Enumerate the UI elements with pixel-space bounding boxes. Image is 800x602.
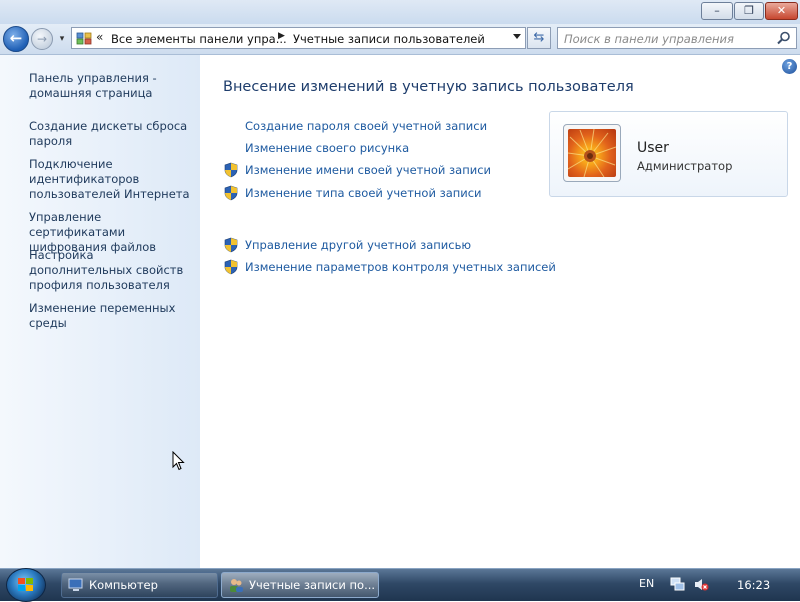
maximize-button[interactable]: ❐ — [734, 2, 764, 20]
address-overflow-chevron[interactable]: « — [96, 30, 103, 44]
title-bar: – ❐ ✕ — [0, 0, 800, 26]
mouse-cursor-icon — [172, 451, 185, 471]
taskbar: Компьютер Учетные записи по... EN 16:23 — [0, 568, 800, 602]
minimize-button[interactable]: – — [701, 2, 733, 20]
uac-shield-icon — [224, 162, 238, 178]
breadcrumb-separator[interactable]: ▶ — [278, 31, 285, 41]
task-change-account-type[interactable]: Изменение типа своей учетной записи — [245, 186, 482, 200]
user-accounts-icon — [230, 579, 243, 592]
uac-shield-icon — [224, 237, 238, 253]
taskbar-button-user-accounts[interactable]: Учетные записи по... — [221, 572, 379, 598]
task-uac-settings[interactable]: Изменение параметров контроля учетных за… — [245, 260, 556, 274]
search-icon[interactable] — [776, 30, 792, 46]
navigation-bar: ← → ▾ « Все элементы панели упра... ▶ Уч… — [0, 24, 800, 55]
user-picture-frame — [563, 124, 621, 182]
language-indicator[interactable]: EN — [639, 577, 654, 590]
uac-shield-icon — [224, 259, 238, 275]
breadcrumb-all-items[interactable]: Все элементы панели упра... — [111, 32, 287, 46]
help-icon[interactable]: ? — [782, 59, 797, 74]
search-input[interactable]: Поиск в панели управления — [564, 32, 734, 46]
task-change-picture[interactable]: Изменение своего рисунка — [245, 141, 409, 155]
control-panel-window: – ❐ ✕ ← → ▾ « Все элементы панели упра..… — [0, 0, 800, 568]
back-button[interactable]: ← — [3, 26, 29, 52]
sidebar-item-control-panel-home[interactable]: Панель управления - домашняя страница — [29, 71, 194, 101]
sidebar-item-advanced-profile[interactable]: Настройка дополнительных свойств профиля… — [29, 248, 194, 293]
user-account-card: User Администратор — [549, 111, 788, 197]
network-icon[interactable] — [670, 577, 685, 592]
start-button[interactable] — [6, 568, 46, 602]
taskbar-clock[interactable]: 16:23 — [737, 578, 770, 592]
task-create-password[interactable]: Создание пароля своей учетной записи — [245, 119, 487, 133]
refresh-button[interactable]: ⇆ — [527, 27, 551, 49]
task-change-account-name[interactable]: Изменение имени своей учетной записи — [245, 163, 491, 177]
breadcrumb-user-accounts[interactable]: Учетные записи пользователей — [293, 32, 485, 46]
flower-petals-icon — [568, 129, 616, 177]
taskbar-button-label: Учетные записи по... — [249, 578, 376, 592]
close-button[interactable]: ✕ — [765, 2, 798, 20]
windows-logo-icon — [18, 578, 33, 591]
uac-shield-icon — [224, 185, 238, 201]
volume-muted-icon[interactable] — [694, 577, 709, 592]
taskbar-button-label: Компьютер — [89, 578, 158, 592]
computer-icon — [68, 578, 83, 591]
address-dropdown-arrow[interactable] — [513, 34, 521, 39]
page-title: Внесение изменений в учетную запись поль… — [223, 79, 634, 95]
sidebar-item-password-reset-disk[interactable]: Создание дискеты сброса пароля — [29, 119, 194, 149]
user-role: Администратор — [637, 159, 733, 173]
search-box[interactable]: Поиск в панели управления — [557, 27, 797, 49]
recent-pages-button[interactable]: ▾ — [56, 32, 68, 46]
orange-flower-picture — [568, 129, 616, 177]
taskbar-button-computer[interactable]: Компьютер — [61, 572, 218, 598]
address-bar[interactable]: « Все элементы панели упра... ▶ Учетные … — [71, 27, 526, 49]
user-name: User — [637, 140, 669, 156]
sidebar: Панель управления - домашняя страница Со… — [0, 55, 200, 568]
forward-button[interactable]: → — [31, 28, 53, 50]
control-panel-icon — [76, 32, 92, 45]
sidebar-item-online-ids[interactable]: Подключение идентификаторов пользователе… — [29, 157, 194, 202]
task-manage-another-account[interactable]: Управление другой учетной записью — [245, 238, 471, 252]
sidebar-item-environment-variables[interactable]: Изменение переменных среды — [29, 301, 194, 331]
